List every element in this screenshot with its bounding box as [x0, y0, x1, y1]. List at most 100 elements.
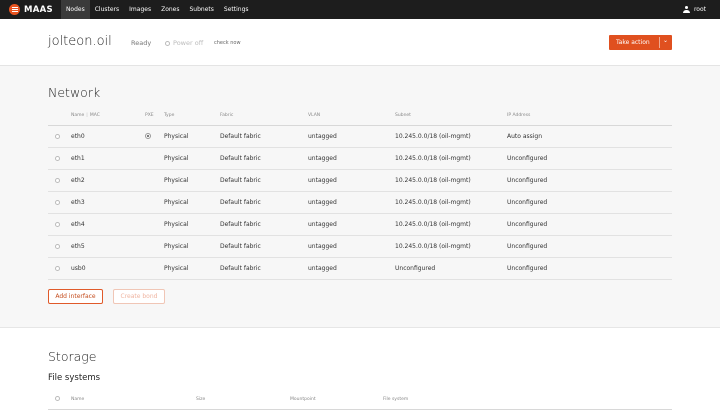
brand-name: MAAS	[24, 4, 53, 15]
column-subnet: Subnet	[395, 106, 507, 126]
column-fabric: Fabric	[220, 106, 308, 126]
interface-ip-address: Unconfigured	[507, 257, 672, 280]
column-mountpoint: Mountpoint	[290, 390, 383, 410]
network-section: Network Name | MAC PXE Type Fabric VLAN Su…	[0, 66, 720, 328]
table-row[interactable]: usb0 Physical Default fabric untagged Unconf…	[48, 257, 672, 280]
add-interface-button[interactable]: Add interface	[48, 289, 103, 304]
column-vlan: VLAN	[308, 106, 395, 126]
button-divider	[659, 37, 660, 48]
interface-name[interactable]: eth3	[71, 191, 145, 214]
table-row[interactable]	[48, 409, 672, 416]
nav-nodes[interactable]: Nodes	[60, 0, 90, 19]
interface-type: Physical	[164, 125, 220, 148]
user-name: root	[693, 6, 706, 13]
column-file-system: File system	[383, 390, 672, 410]
interface-vlan: untagged	[308, 169, 395, 192]
interface-vlan: untagged	[308, 147, 395, 170]
nav-subnets[interactable]: Subnets	[184, 0, 218, 19]
table-row[interactable]: eth2 Physical Default fabric untagged 10.245…	[48, 169, 672, 192]
row-checkbox[interactable]	[55, 221, 60, 227]
column-pxe: PXE	[145, 106, 164, 126]
interface-fabric: Default fabric	[220, 191, 308, 214]
column-name: Name	[71, 390, 196, 410]
interface-ip-address: Unconfigured	[507, 169, 672, 192]
check-now-link[interactable]: check now	[214, 40, 241, 46]
table-row[interactable]: eth5 Physical Default fabric untagged 10.245…	[48, 235, 672, 258]
interface-subnet: 10.245.0.0/18 (oil-mgmt)	[395, 213, 507, 236]
interface-vlan: untagged	[308, 235, 395, 258]
interface-ip-address: Unconfigured	[507, 213, 672, 236]
interface-vlan: untagged	[308, 125, 395, 148]
node-header: jolteon.oil Ready Power off check now Ta…	[0, 19, 720, 66]
power-status-icon	[165, 41, 170, 46]
interface-fabric: Default fabric	[220, 125, 308, 148]
interface-type: Physical	[164, 257, 220, 280]
user-menu[interactable]: root	[682, 0, 706, 19]
take-action-button[interactable]: Take action ⌄	[609, 35, 672, 50]
maas-logo-icon	[9, 4, 20, 15]
interface-type: Physical	[164, 191, 220, 214]
interface-ip-address: Auto assign	[507, 125, 672, 148]
user-icon	[682, 5, 690, 14]
interface-name[interactable]: eth0	[71, 125, 145, 148]
table-row[interactable]: eth3 Physical Default fabric untagged 10.245…	[48, 191, 672, 214]
table-header-row: Name Size Mountpoint File system	[48, 390, 672, 410]
interface-name[interactable]: eth2	[71, 169, 145, 192]
row-checkbox[interactable]	[55, 199, 60, 205]
page-title: jolteon.oil	[48, 34, 112, 49]
interface-fabric: Default fabric	[220, 213, 308, 236]
interface-type: Physical	[164, 213, 220, 236]
chevron-down-icon: ⌄	[663, 37, 669, 44]
row-checkbox[interactable]	[55, 133, 60, 139]
interface-name[interactable]: eth4	[71, 213, 145, 236]
interface-type: Physical	[164, 235, 220, 258]
interface-name[interactable]: eth1	[71, 147, 145, 170]
column-mac[interactable]: MAC	[90, 113, 100, 118]
interface-type: Physical	[164, 169, 220, 192]
column-size: Size	[196, 390, 290, 410]
select-all-checkbox[interactable]	[55, 396, 60, 402]
interface-fabric: Default fabric	[220, 257, 308, 280]
node-status: Ready	[131, 39, 152, 47]
column-name[interactable]: Name | MAC	[71, 106, 145, 126]
table-row[interactable]: eth4 Physical Default fabric untagged 10.245…	[48, 213, 672, 236]
row-checkbox[interactable]	[55, 265, 60, 271]
interface-name[interactable]: usb0	[71, 257, 145, 280]
table-header-row: Name | MAC PXE Type Fabric VLAN Subnet IP …	[48, 106, 672, 126]
interface-subnet: 10.245.0.0/18 (oil-mgmt)	[395, 125, 507, 148]
row-checkbox[interactable]	[55, 243, 60, 249]
nav-clusters[interactable]: Clusters	[90, 0, 124, 19]
interface-subnet: 10.245.0.0/18 (oil-mgmt)	[395, 191, 507, 214]
interface-ip-address: Unconfigured	[507, 191, 672, 214]
pxe-radio-icon[interactable]	[145, 133, 151, 139]
interface-subnet: 10.245.0.0/18 (oil-mgmt)	[395, 235, 507, 258]
brand[interactable]: MAAS	[0, 0, 53, 19]
top-navigation: MAAS Nodes Clusters Images Zones Subnets…	[0, 0, 720, 19]
interface-vlan: untagged	[308, 191, 395, 214]
file-systems-table: Name Size Mountpoint File system	[48, 390, 672, 416]
storage-title: Storage	[48, 349, 97, 364]
table-row[interactable]: eth0 Physical Default fabric untagged 10.245…	[48, 125, 672, 148]
table-row[interactable]: eth1 Physical Default fabric untagged 10.245…	[48, 147, 672, 170]
interface-subnet: Unconfigured	[395, 257, 507, 280]
column-ip-address: IP Address	[507, 106, 672, 126]
row-checkbox[interactable]	[55, 177, 60, 183]
interface-fabric: Default fabric	[220, 147, 308, 170]
row-checkbox[interactable]	[55, 155, 60, 161]
network-title: Network	[48, 85, 101, 100]
interface-name[interactable]: eth5	[71, 235, 145, 258]
interface-subnet: 10.245.0.0/18 (oil-mgmt)	[395, 147, 507, 170]
create-bond-button[interactable]: Create bond	[113, 289, 165, 304]
network-table: Name | MAC PXE Type Fabric VLAN Subnet IP …	[48, 106, 672, 280]
file-systems-title: File systems	[48, 373, 101, 383]
column-type: Type	[164, 106, 220, 126]
interface-fabric: Default fabric	[220, 169, 308, 192]
nav-zones[interactable]: Zones	[156, 0, 184, 19]
nav-settings[interactable]: Settings	[219, 0, 254, 19]
nav-images[interactable]: Images	[124, 0, 156, 19]
power-status: Power off	[173, 39, 204, 47]
interface-type: Physical	[164, 147, 220, 170]
take-action-label: Take action	[616, 39, 650, 46]
interface-fabric: Default fabric	[220, 235, 308, 258]
interface-ip-address: Unconfigured	[507, 235, 672, 258]
